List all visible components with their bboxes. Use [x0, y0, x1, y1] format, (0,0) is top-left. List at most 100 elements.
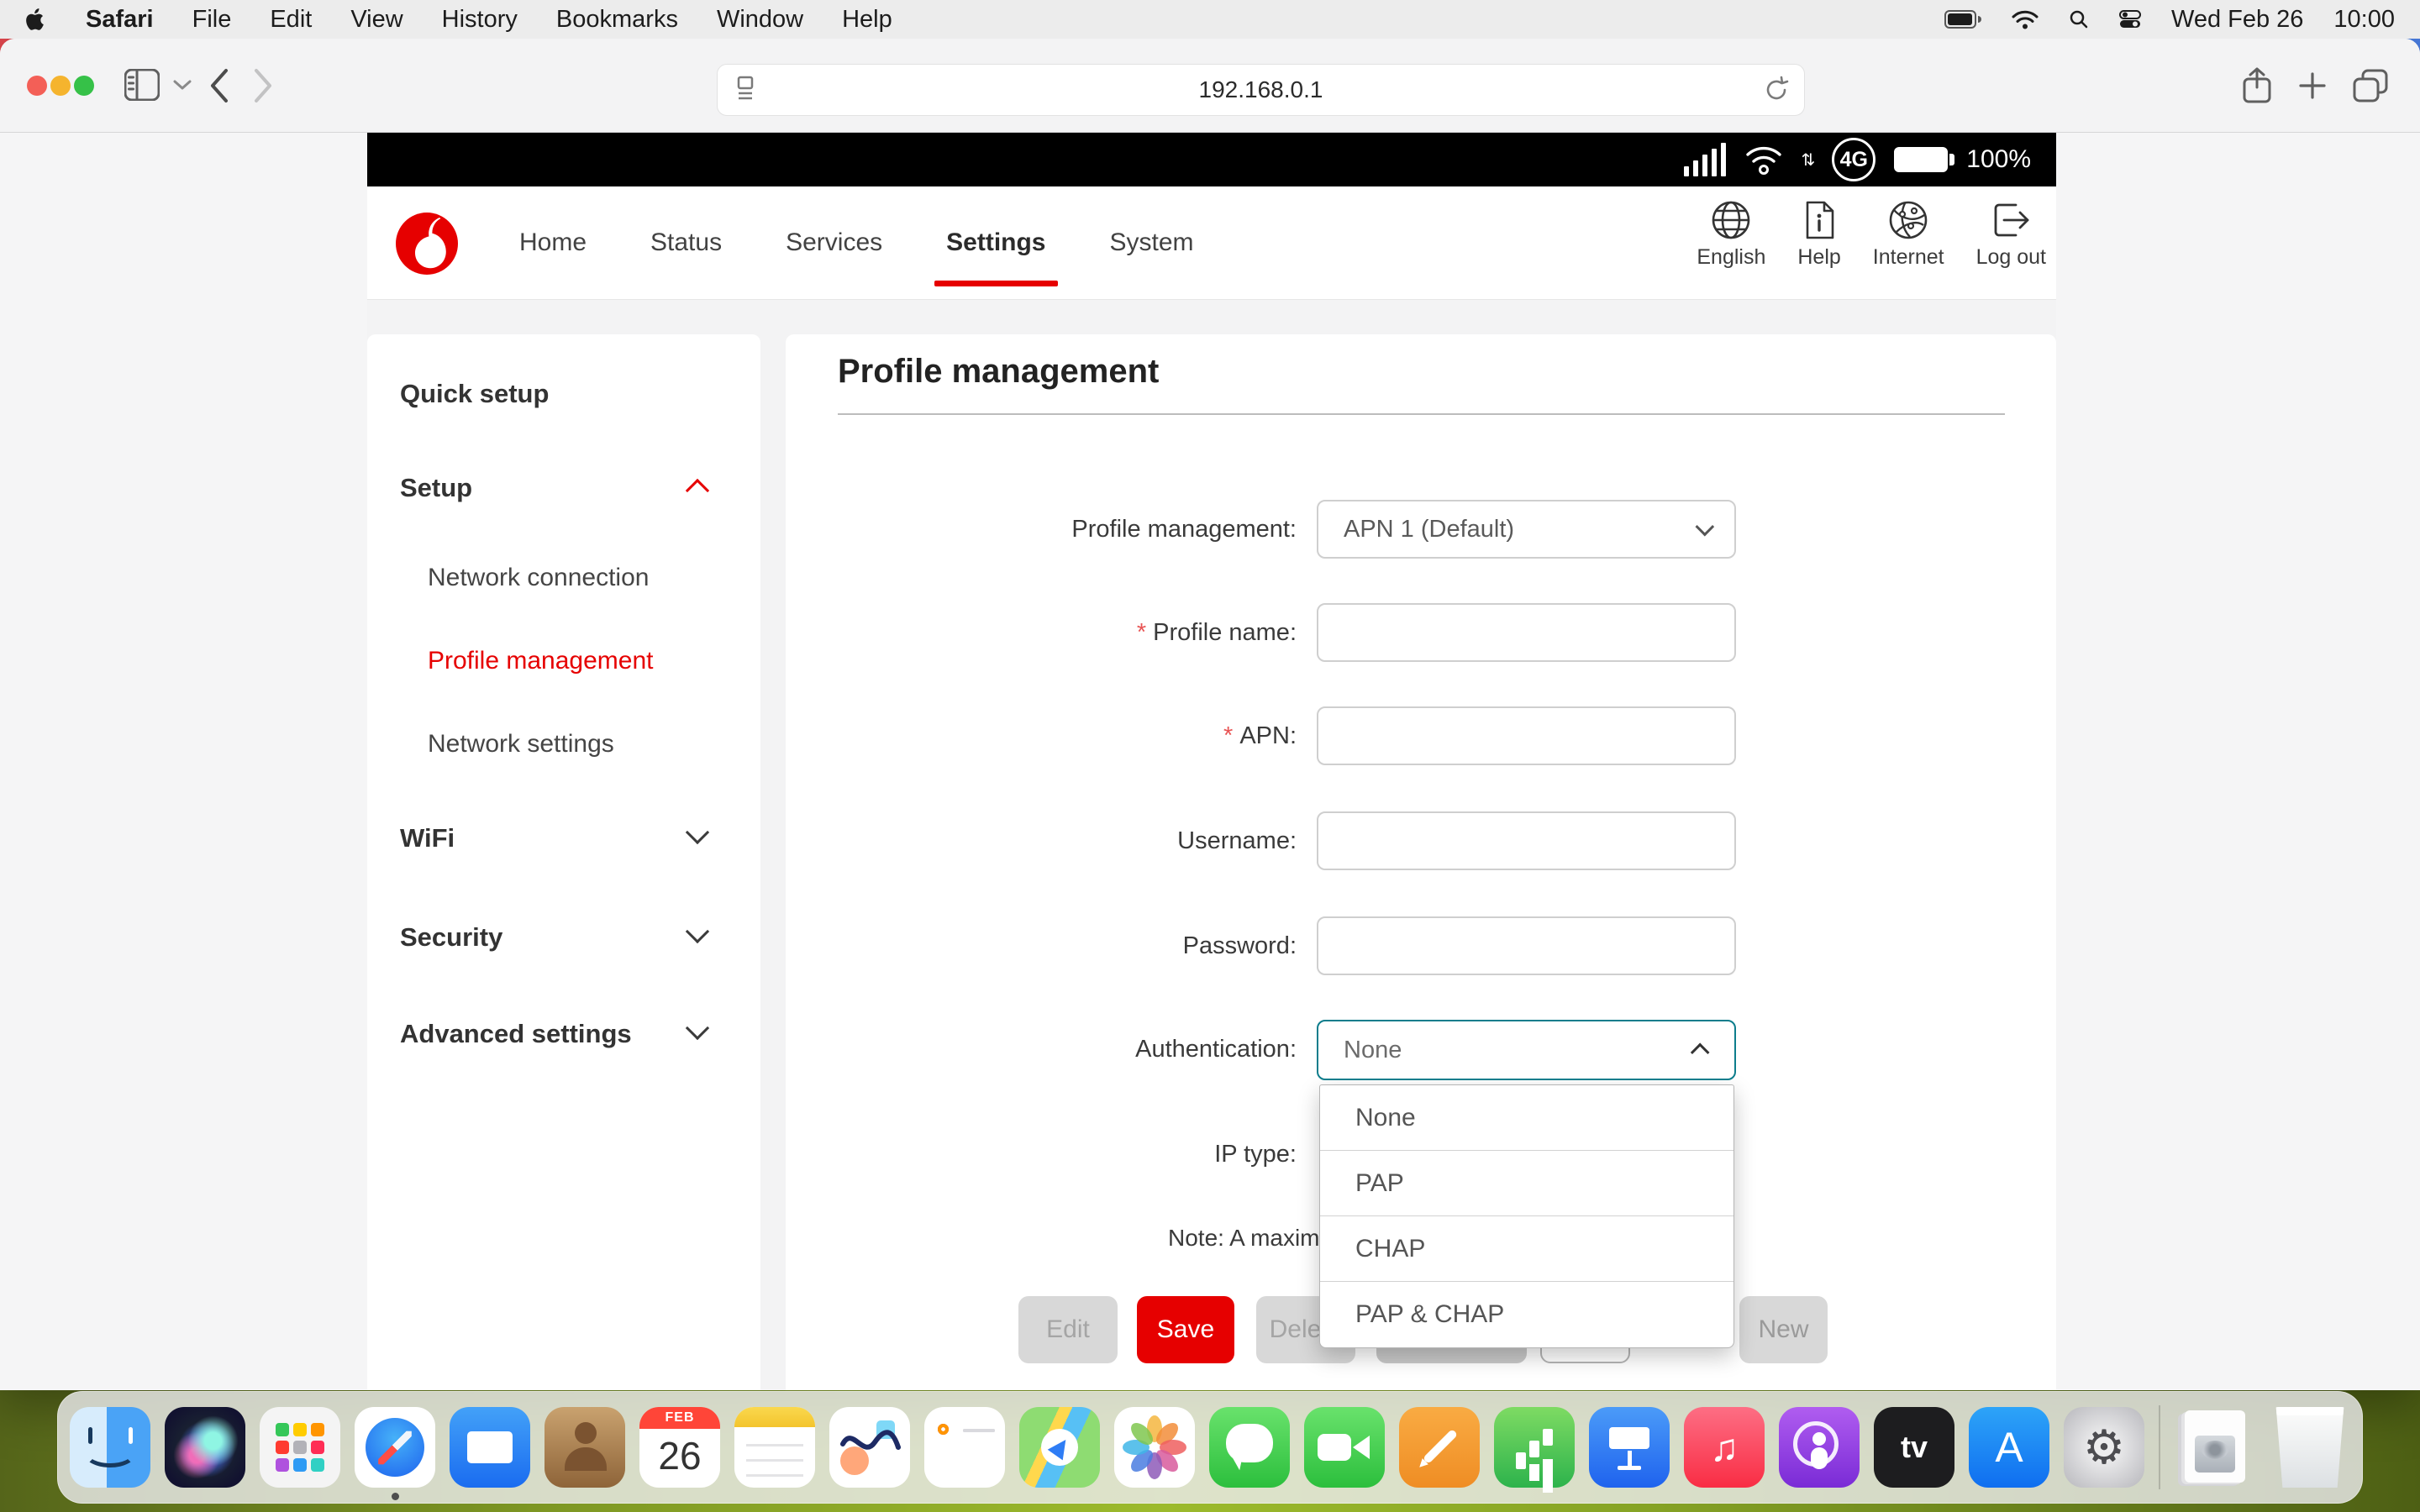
menu-bookmarks[interactable]: Bookmarks [556, 6, 678, 34]
menu-edit[interactable]: Edit [270, 6, 312, 34]
nav-status[interactable]: Status [650, 228, 722, 257]
device-wifi-icon [1744, 144, 1783, 176]
menu-time[interactable]: 10:00 [2333, 6, 2395, 34]
device-battery-icon [1894, 147, 1948, 172]
profile-management-label: Profile management: [786, 500, 1297, 559]
auth-option-pap[interactable]: PAP [1320, 1151, 1733, 1216]
dock-trash-icon[interactable] [2270, 1407, 2350, 1488]
safari-window: 192.168.0.1 ⇅ 4G [0, 39, 2420, 1390]
tab-overview-icon[interactable] [2353, 69, 2388, 102]
profile-select[interactable]: APN 1 (Default) [1317, 500, 1736, 559]
menu-date[interactable]: Wed Feb 26 [2171, 6, 2303, 34]
auth-option-none[interactable]: None [1320, 1085, 1733, 1151]
logout-icon [1991, 200, 2031, 240]
sidebar-chevron-down-icon[interactable] [173, 79, 192, 91]
auth-option-pap-chap[interactable]: PAP & CHAP [1320, 1282, 1733, 1347]
menu-file[interactable]: File [192, 6, 232, 34]
window-zoom-button[interactable] [74, 76, 94, 96]
signal-strength-icon [1684, 143, 1726, 176]
dock-music-icon[interactable]: ♫ [1684, 1407, 1765, 1488]
dock-siri-icon[interactable] [165, 1407, 245, 1488]
apn-field-wrap [1317, 706, 1736, 765]
apple-menu-icon[interactable] [25, 7, 47, 32]
profile-name-input[interactable] [1318, 605, 1734, 660]
nav-system[interactable]: System [1110, 228, 1194, 257]
sidebar-item-setup[interactable]: Setup [400, 462, 736, 514]
share-icon[interactable] [2242, 67, 2272, 104]
spotlight-search-icon[interactable] [2069, 9, 2089, 29]
authentication-select[interactable]: None [1317, 1020, 1736, 1080]
sidebar-item-quick-setup[interactable]: Quick setup [400, 368, 793, 420]
logout-button[interactable]: Log out [1976, 200, 2046, 270]
control-center-icon[interactable] [2119, 9, 2141, 29]
battery-percent: 100% [1966, 145, 2031, 174]
dock-keynote-icon[interactable] [1589, 1407, 1670, 1488]
nav-services[interactable]: Services [786, 228, 882, 257]
menu-window[interactable]: Window [717, 6, 803, 34]
vodafone-logo[interactable] [395, 212, 459, 276]
network-type-badge: 4G [1832, 138, 1876, 181]
edit-button[interactable]: Edit [1018, 1296, 1118, 1363]
page-format-icon[interactable] [733, 75, 758, 105]
required-marker: * [1137, 619, 1146, 646]
internet-button[interactable]: Internet [1873, 200, 1944, 270]
menu-view[interactable]: View [350, 6, 402, 34]
dock-downloads-icon[interactable] [2175, 1407, 2255, 1488]
settings-sidebar: Quick setup Setup Network connection Pro… [367, 334, 760, 1390]
dock-launchpad-icon[interactable] [260, 1407, 340, 1488]
dock-freeform-icon[interactable] [829, 1407, 910, 1488]
help-button[interactable]: Help [1797, 200, 1840, 270]
apn-label: *APN: [786, 706, 1297, 765]
back-button-icon[interactable] [208, 67, 230, 104]
dock-safari-icon[interactable] [355, 1407, 435, 1488]
chevron-down-icon [686, 821, 709, 844]
sidebar-item-wifi[interactable]: WiFi [400, 812, 736, 864]
dock-messages-icon[interactable] [1209, 1407, 1290, 1488]
save-button[interactable]: Save [1137, 1296, 1234, 1363]
sidebar-item-network-connection[interactable]: Network connection [428, 554, 821, 602]
ip-type-label: IP type: [786, 1125, 1297, 1184]
new-tab-icon[interactable] [2299, 72, 2326, 99]
dock-maps-icon[interactable] [1019, 1407, 1100, 1488]
wifi-icon[interactable] [2012, 9, 2039, 29]
menu-help[interactable]: Help [842, 6, 892, 34]
dock-numbers-icon[interactable] [1494, 1407, 1575, 1488]
battery-icon[interactable] [1944, 10, 1981, 29]
auth-option-chap[interactable]: CHAP [1320, 1216, 1733, 1282]
help-doc-icon [1799, 200, 1839, 240]
url-text[interactable]: 192.168.0.1 [758, 76, 1764, 103]
dock-contacts-icon[interactable] [544, 1407, 625, 1488]
dock-reminders-icon[interactable] [924, 1407, 1005, 1488]
dock-facetime-icon[interactable] [1304, 1407, 1385, 1488]
reload-icon[interactable] [1764, 76, 1789, 104]
nav-settings[interactable]: Settings [946, 228, 1045, 257]
sidebar-item-security[interactable]: Security [400, 911, 736, 963]
dock-podcasts-icon[interactable] [1779, 1407, 1860, 1488]
dock-mail-icon[interactable] [450, 1407, 530, 1488]
dock-finder-icon[interactable] [70, 1407, 150, 1488]
new-button[interactable]: New [1739, 1296, 1828, 1363]
password-input[interactable] [1318, 918, 1734, 974]
window-minimize-button[interactable] [50, 76, 71, 96]
apn-input[interactable] [1318, 708, 1734, 764]
dock-system-settings-icon[interactable]: ⚙ [2064, 1407, 2144, 1488]
dock-tv-icon[interactable]: tv [1874, 1407, 1954, 1488]
sidebar-item-advanced-settings[interactable]: Advanced settings [400, 1008, 736, 1060]
sidebar-item-network-settings[interactable]: Network settings [428, 720, 821, 769]
page-title: Profile management [838, 353, 1159, 391]
username-input[interactable] [1318, 813, 1734, 869]
sidebar-item-profile-management[interactable]: Profile management [428, 637, 821, 685]
dock-notes-icon[interactable] [734, 1407, 815, 1488]
dock-pages-icon[interactable] [1399, 1407, 1480, 1488]
window-close-button[interactable] [27, 76, 47, 96]
language-button[interactable]: English [1697, 200, 1765, 270]
menu-history[interactable]: History [442, 6, 518, 34]
menu-app-name[interactable]: Safari [86, 6, 154, 34]
sidebar-toggle-icon[interactable] [124, 69, 160, 101]
nav-home[interactable]: Home [519, 228, 587, 257]
dock-calendar-icon[interactable]: FEB 26 [639, 1407, 720, 1488]
dock-app-store-icon[interactable]: A [1969, 1407, 2049, 1488]
address-bar[interactable]: 192.168.0.1 [717, 64, 1805, 116]
dock-photos-icon[interactable] [1114, 1407, 1195, 1488]
forward-button-icon[interactable] [252, 67, 274, 104]
